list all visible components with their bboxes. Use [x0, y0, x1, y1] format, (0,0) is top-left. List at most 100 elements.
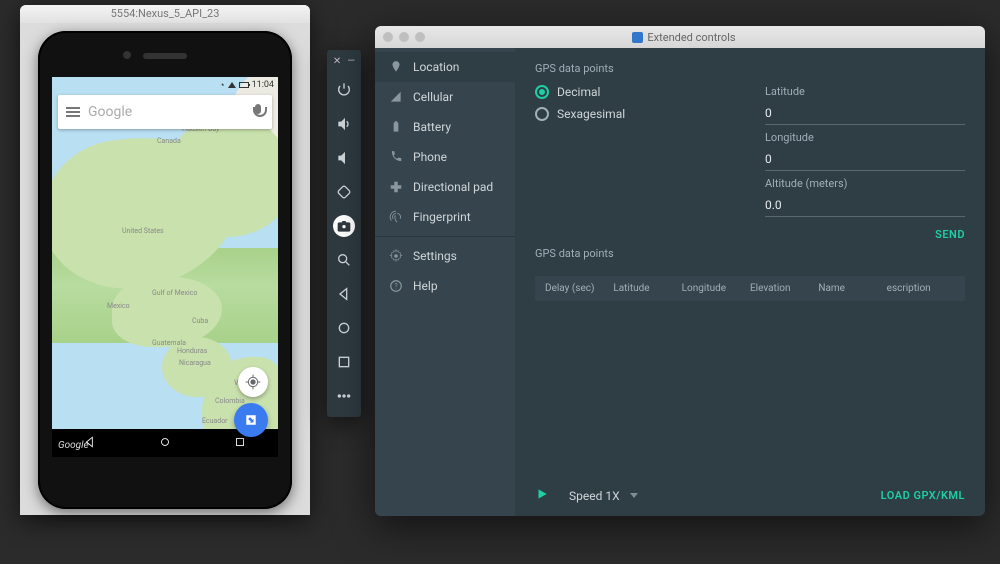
- col-delay: Delay (sec): [545, 283, 613, 294]
- col-longitude: Longitude: [682, 283, 750, 294]
- sidebar-item-cellular[interactable]: Cellular: [375, 82, 515, 112]
- emulator-titlebar: 5554:Nexus_5_API_23: [20, 5, 310, 23]
- zoom-button[interactable]: [333, 249, 355, 271]
- map-label-us: United States: [122, 227, 164, 235]
- close-icon[interactable]: ✕: [333, 56, 341, 67]
- table-body[interactable]: [535, 301, 965, 477]
- map-canvas[interactable]: Canada United States Mexico Gulf of Mexi…: [52, 77, 278, 457]
- sidebar-item-location[interactable]: Location: [375, 52, 515, 82]
- battery-icon: [239, 82, 249, 88]
- sidebar-item-phone[interactable]: Phone: [375, 142, 515, 172]
- nav-home-button[interactable]: [158, 434, 172, 453]
- altitude-input[interactable]: 0.0: [765, 196, 965, 217]
- latitude-input[interactable]: 0: [765, 104, 965, 125]
- section-title-1: GPS data points: [535, 62, 965, 75]
- sidebar-label: Cellular: [413, 90, 453, 104]
- load-gpx-kml-button[interactable]: LOAD GPX/KML: [881, 489, 965, 502]
- crosshair-icon: [245, 374, 261, 390]
- home-button[interactable]: [333, 317, 355, 339]
- sidebar-item-settings[interactable]: Settings: [375, 241, 515, 271]
- sidebar-item-help[interactable]: ? Help: [375, 271, 515, 301]
- location-pin-icon: ◔: [219, 80, 224, 91]
- sidebar-label: Settings: [413, 249, 457, 263]
- phone-icon: [389, 150, 403, 164]
- volume-down-button[interactable]: [333, 147, 355, 169]
- cell-signal-icon: [228, 82, 236, 88]
- phone-speaker: [143, 53, 187, 59]
- sidebar-item-dpad[interactable]: Directional pad: [375, 172, 515, 202]
- cellular-icon: [389, 90, 403, 104]
- extended-titlebar[interactable]: Extended controls: [375, 26, 985, 48]
- col-description: escription: [887, 283, 955, 294]
- emulator-toolbar: ✕ —: [327, 50, 361, 417]
- extended-controls-window: Extended controls Location Cellular Batt…: [375, 26, 985, 516]
- sidebar-label: Location: [413, 60, 459, 74]
- search-placeholder[interactable]: Google: [88, 104, 244, 120]
- back-button[interactable]: [333, 283, 355, 305]
- recents-button[interactable]: [333, 351, 355, 373]
- map-label-colombia: Colombia: [215, 397, 245, 405]
- sidebar-label: Directional pad: [413, 180, 493, 194]
- latitude-label: Latitude: [765, 85, 965, 98]
- dpad-icon: [389, 180, 403, 194]
- android-icon: [632, 32, 643, 43]
- sidebar-label: Fingerprint: [413, 210, 471, 224]
- map-label-mexico: Mexico: [107, 302, 130, 310]
- hamburger-icon[interactable]: [66, 107, 80, 117]
- altitude-label: Altitude (meters): [765, 177, 965, 190]
- more-button[interactable]: [333, 385, 355, 407]
- col-elevation: Elevation: [750, 283, 818, 294]
- google-watermark: Google: [58, 440, 89, 451]
- radio-label: Sexagesimal: [557, 107, 625, 121]
- send-button[interactable]: SEND: [935, 228, 965, 241]
- radio-sexagesimal[interactable]: Sexagesimal: [535, 107, 625, 121]
- map-label-nicaragua: Nicaragua: [179, 359, 211, 367]
- search-bar[interactable]: Google: [58, 95, 272, 129]
- volume-up-button[interactable]: [333, 113, 355, 135]
- emulator-window: 5554:Nexus_5_API_23 Canada United States…: [20, 5, 310, 515]
- sidebar-item-battery[interactable]: Battery: [375, 112, 515, 142]
- sidebar-label: Help: [413, 279, 438, 293]
- table-header: Delay (sec) Latitude Longitude Elevation…: [535, 276, 965, 301]
- map-label-cuba: Cuba: [192, 317, 208, 325]
- chevron-down-icon: [630, 493, 638, 498]
- battery-icon: [389, 120, 403, 134]
- map-label-honduras: Honduras: [177, 347, 207, 355]
- window-traffic-lights[interactable]: [375, 32, 433, 42]
- gear-icon: [389, 249, 403, 263]
- longitude-label: Longitude: [765, 131, 965, 144]
- play-button[interactable]: [535, 487, 549, 504]
- power-button[interactable]: [333, 79, 355, 101]
- extended-title: Extended controls: [647, 31, 735, 44]
- map-label-ecuador: Ecuador: [202, 417, 228, 425]
- phone-screen[interactable]: Canada United States Mexico Gulf of Mexi…: [52, 77, 278, 457]
- phone-camera-dot: [123, 51, 131, 59]
- sidebar-item-fingerprint[interactable]: Fingerprint: [375, 202, 515, 232]
- fingerprint-icon: [389, 210, 403, 224]
- nav-recents-button[interactable]: [233, 434, 247, 453]
- map-label-canada: Canada: [157, 137, 181, 145]
- col-latitude: Latitude: [613, 283, 681, 294]
- directions-icon: [240, 409, 263, 432]
- rotate-button[interactable]: [333, 181, 355, 203]
- minimize-icon[interactable]: —: [347, 56, 355, 67]
- radio-circle-icon: [535, 85, 549, 99]
- my-location-fab[interactable]: [238, 367, 268, 397]
- radio-label: Decimal: [557, 85, 600, 99]
- screenshot-button[interactable]: [333, 215, 355, 237]
- speed-label: Speed 1X: [569, 489, 620, 503]
- help-icon: ?: [389, 279, 403, 293]
- longitude-input[interactable]: 0: [765, 150, 965, 171]
- section-title-2: GPS data points: [535, 247, 965, 260]
- svg-text:?: ?: [394, 282, 398, 290]
- radio-decimal[interactable]: Decimal: [535, 85, 625, 99]
- sidebar-label: Battery: [413, 120, 451, 134]
- directions-fab[interactable]: [234, 403, 268, 437]
- speed-select[interactable]: Speed 1X: [569, 489, 638, 503]
- mic-icon[interactable]: [252, 104, 264, 120]
- status-bar: ◔ 11:04: [52, 77, 278, 93]
- map-label-guatemala: Guatemala: [152, 339, 186, 347]
- location-pin-icon: [389, 60, 403, 74]
- extended-sidebar: Location Cellular Battery Phone Directio…: [375, 48, 515, 516]
- map-label-gulf: Gulf of Mexico: [152, 289, 197, 297]
